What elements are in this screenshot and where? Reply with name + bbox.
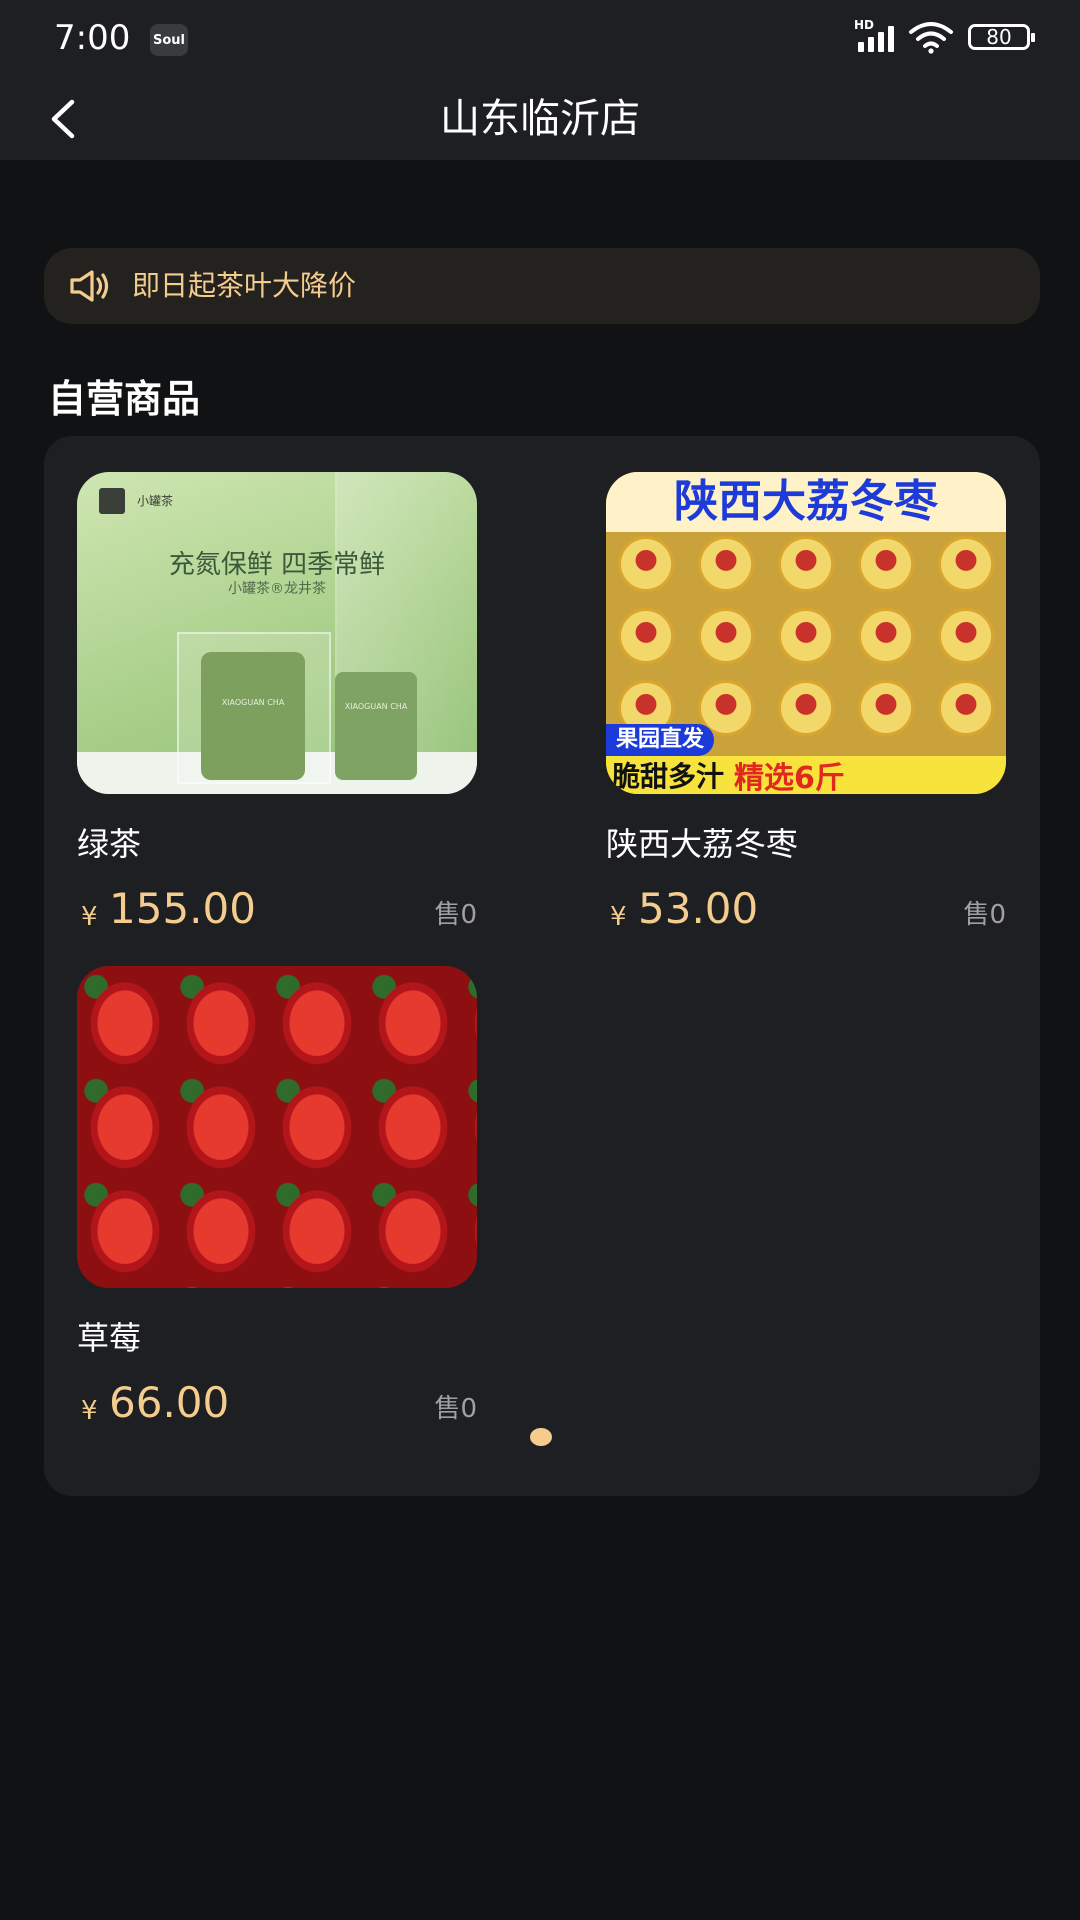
status-icons: HD 80	[854, 18, 1035, 54]
product-price: 155.00	[109, 884, 256, 933]
product-image-green-tea: 小罐茶 充氮保鲜 四季常鲜 小罐茶®龙井茶 XIAOGUAN CHA XIAOG…	[77, 472, 477, 794]
tea-brand-label: 小罐茶	[137, 494, 174, 508]
jujube-tagline-right: 精选6斤	[734, 761, 845, 794]
nav-bar: 山东临沂店	[0, 78, 1080, 160]
soul-app-icon: Soul	[150, 24, 188, 56]
tea-subline: 小罐茶®龙井茶	[228, 581, 326, 597]
tea-headline: 充氮保鲜 四季常鲜	[168, 550, 386, 580]
product-card-jujube[interactable]: 陕西大荔冬枣 果园直发 脆甜多汁 精选6斤 陕西大荔冬枣 ¥ 53.00 售0	[606, 472, 1006, 944]
product-image-jujube: 陕西大荔冬枣 果园直发 脆甜多汁 精选6斤	[606, 472, 1006, 794]
battery-icon: 80	[968, 24, 1035, 50]
status-time: 7:00	[54, 18, 131, 58]
price-row: ¥ 155.00 售0	[77, 884, 477, 944]
status-bar: 7:00 Soul HD 80	[0, 0, 1080, 78]
currency-symbol: ¥	[610, 902, 627, 932]
jujube-tagline-left: 脆甜多汁	[612, 760, 725, 793]
speaker-icon	[70, 270, 109, 302]
currency-symbol: ¥	[81, 1396, 98, 1426]
sold-count: 售0	[434, 900, 477, 930]
notice-text: 即日起茶叶大降价	[132, 269, 357, 302]
currency-symbol: ¥	[81, 902, 98, 932]
price-row: ¥ 66.00 售0	[77, 1378, 477, 1438]
sold-count: 售0	[963, 900, 1006, 930]
product-card-green-tea[interactable]: 小罐茶 充氮保鲜 四季常鲜 小罐茶®龙井茶 XIAOGUAN CHA XIAOG…	[77, 472, 477, 944]
product-name: 陕西大荔冬枣	[606, 825, 799, 863]
network-type-label: HD	[854, 18, 875, 32]
product-name: 绿茶	[77, 825, 142, 863]
page-title: 山东临沂店	[440, 96, 640, 142]
price-row: ¥ 53.00 售0	[606, 884, 1006, 944]
product-panel: 小罐茶 充氮保鲜 四季常鲜 小罐茶®龙井茶 XIAOGUAN CHA XIAOG…	[44, 436, 1040, 1496]
product-price: 66.00	[109, 1378, 230, 1427]
product-card-strawberry[interactable]: 草莓 ¥ 66.00 售0	[77, 966, 477, 1438]
product-price: 53.00	[638, 884, 759, 933]
notice-banner[interactable]: 即日起茶叶大降价	[44, 248, 1040, 324]
jujube-badge: 果园直发	[606, 724, 715, 756]
product-name: 草莓	[77, 1319, 142, 1357]
section-title: 自营商品	[48, 377, 201, 421]
pagination-dot[interactable]	[530, 1428, 552, 1446]
signal-icon: HD	[854, 18, 894, 52]
wifi-icon	[909, 22, 953, 54]
product-image-strawberry	[77, 966, 477, 1288]
sold-count: 售0	[434, 1394, 477, 1424]
jujube-headline: 陕西大荔冬枣	[606, 472, 1006, 532]
battery-level: 80	[986, 25, 1012, 49]
